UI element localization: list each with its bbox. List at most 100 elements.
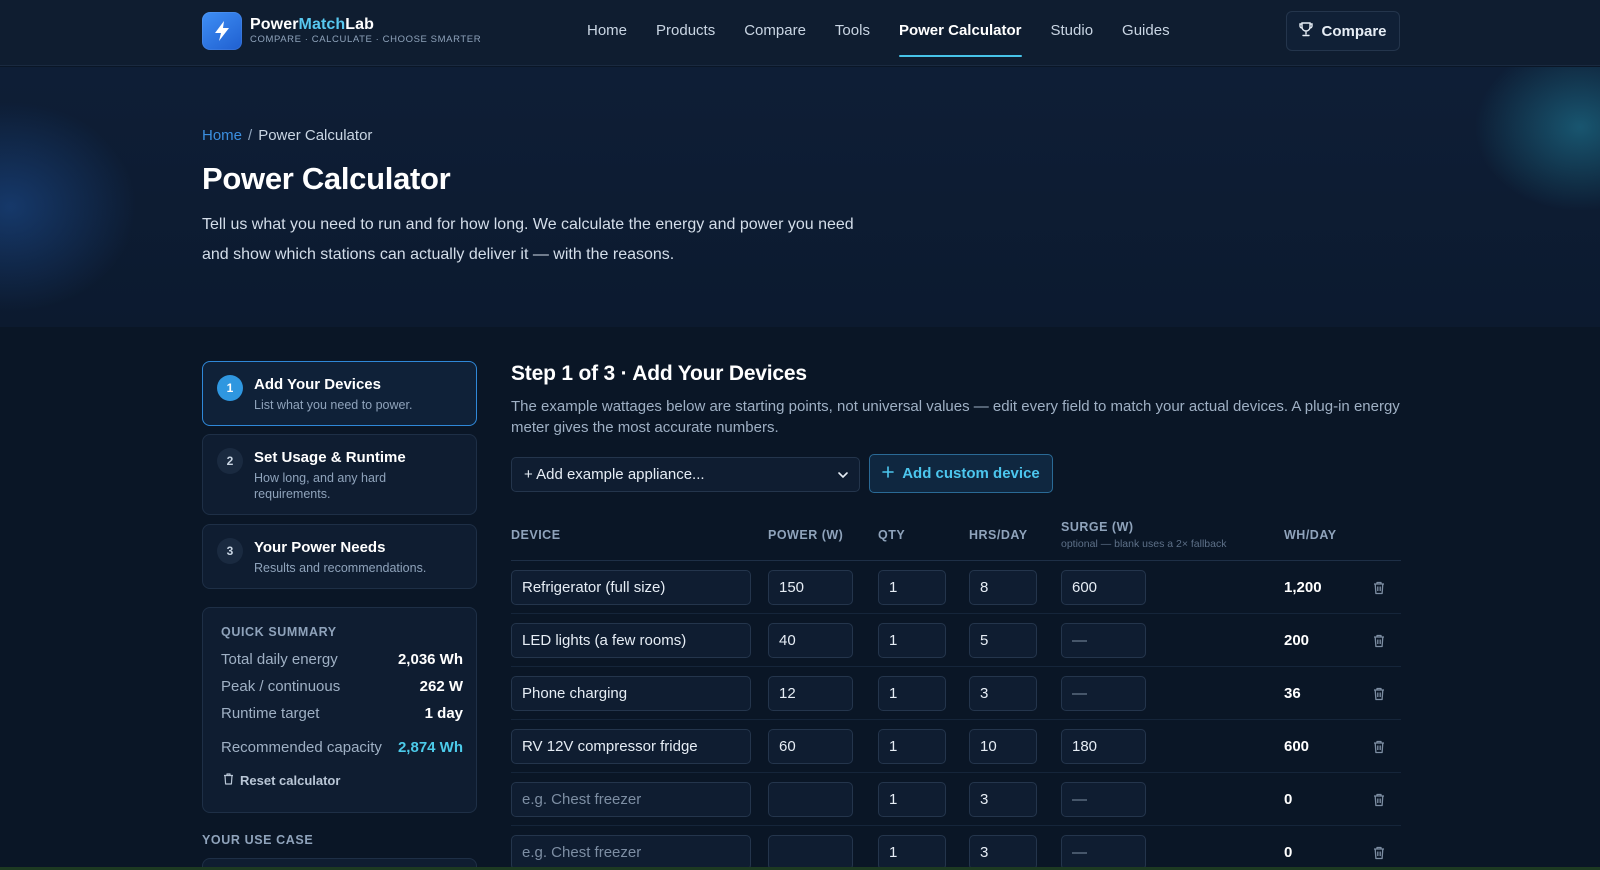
summary-row-capacity: Recommended capacity 2,874 Wh (221, 739, 463, 756)
device-name-input[interactable]: RV 12V compressor fridge (511, 729, 751, 764)
table-row: LED lights (a few rooms) 40 1 5 — 200 (511, 614, 1401, 667)
wh-per-day-value: 0 (1284, 844, 1293, 861)
column-header-whday: WH/DAY (1284, 528, 1337, 542)
qty-input[interactable]: 1 (878, 729, 946, 764)
qty-input[interactable]: 1 (878, 782, 946, 817)
column-header-qty: QTY (878, 528, 906, 542)
brand-name: PowerMatchLab (250, 16, 374, 34)
wh-per-day-value: 1,200 (1284, 579, 1322, 596)
brand-tagline: COMPARE · CALCULATE · CHOOSE SMARTER (250, 34, 482, 46)
breadcrumb-current: Power Calculator (258, 127, 373, 144)
table-row: RV 12V compressor fridge 60 1 10 180 600 (511, 720, 1401, 773)
quick-summary-heading: QUICK SUMMARY (221, 625, 337, 639)
hrs-per-day-input[interactable]: 3 (969, 835, 1037, 870)
wh-per-day-value: 600 (1284, 738, 1310, 755)
column-header-device: DEVICE (511, 528, 561, 542)
table-row: Phone charging 12 1 3 — 36 (511, 667, 1401, 720)
power-input[interactable]: 150 (768, 570, 853, 605)
page-title: Power Calculator (202, 161, 451, 196)
delete-row-trash-icon[interactable] (1371, 739, 1387, 755)
plus-icon (882, 465, 895, 482)
add-example-appliance-label: + Add example appliance... (524, 466, 705, 483)
delete-row-trash-icon[interactable] (1371, 580, 1387, 596)
qty-input[interactable]: 1 (878, 570, 946, 605)
step-title-3: Your Power Needs (254, 539, 386, 556)
device-name-input[interactable]: LED lights (a few rooms) (511, 623, 751, 658)
step-subtitle-3: Results and recommendations. (254, 561, 427, 575)
step-subtitle-1: List what you need to power. (254, 398, 413, 412)
device-name-input[interactable]: Phone charging (511, 676, 751, 711)
delete-row-trash-icon[interactable] (1371, 792, 1387, 808)
delete-row-trash-icon[interactable] (1371, 633, 1387, 649)
delete-row-trash-icon[interactable] (1371, 686, 1387, 702)
step-heading: Step 1 of 3 · Add Your Devices (511, 362, 807, 385)
power-input[interactable]: 60 (768, 729, 853, 764)
surge-input[interactable]: — (1061, 676, 1146, 711)
surge-input[interactable]: 600 (1061, 570, 1146, 605)
top-navbar: PowerMatchLab COMPARE · CALCULATE · CHOO… (0, 0, 1600, 66)
nav-studio[interactable]: Studio (1051, 0, 1094, 66)
surge-input[interactable]: — (1061, 835, 1146, 870)
step-card-1[interactable]: 1 Add Your Devices List what you need to… (202, 361, 477, 426)
add-example-appliance-select[interactable]: + Add example appliance... (511, 457, 860, 492)
nav-tools[interactable]: Tools (835, 0, 870, 66)
device-name-input[interactable]: Refrigerator (full size) (511, 570, 751, 605)
main-nav: Home Products Compare Tools Power Calcul… (587, 0, 1199, 66)
breadcrumb-separator: / (248, 127, 253, 144)
step-number-2: 2 (217, 448, 243, 474)
chevron-down-icon (837, 468, 849, 485)
step-card-3[interactable]: 3 Your Power Needs Results and recommend… (202, 524, 477, 589)
hrs-per-day-input[interactable]: 3 (969, 676, 1037, 711)
page-intro: Tell us what you need to run and for how… (202, 210, 902, 270)
intro-line-2: and show which stations can actually del… (202, 246, 675, 263)
table-row: e.g. Chest freezer 1 3 — 0 (511, 826, 1401, 870)
lightning-bolt-icon (202, 12, 242, 50)
nav-guides[interactable]: Guides (1122, 0, 1170, 66)
step-title-1: Add Your Devices (254, 376, 381, 393)
step-number-1: 1 (217, 375, 243, 401)
hero-section: Home / Power Calculator Power Calculator T… (0, 67, 1600, 327)
power-input[interactable]: 40 (768, 623, 853, 658)
power-input[interactable] (768, 835, 853, 870)
hrs-per-day-input[interactable]: 10 (969, 729, 1037, 764)
nav-products[interactable]: Products (656, 0, 715, 66)
add-custom-device-button[interactable]: Add custom device (869, 454, 1053, 493)
brand[interactable]: PowerMatchLab COMPARE · CALCULATE · CHOO… (202, 12, 481, 50)
qty-input[interactable]: 1 (878, 835, 946, 870)
step-subtitle-2: How long, and any hard requirements. (254, 471, 387, 501)
delete-row-trash-icon[interactable] (1371, 845, 1387, 861)
power-input[interactable]: 12 (768, 676, 853, 711)
column-header-hrs: HRS/DAY (969, 528, 1028, 542)
step-title-2: Set Usage & Runtime (254, 449, 406, 466)
nav-compare[interactable]: Compare (744, 0, 806, 66)
wh-per-day-value: 0 (1284, 791, 1293, 808)
compare-button[interactable]: Compare (1286, 11, 1400, 51)
surge-input[interactable]: 180 (1061, 729, 1146, 764)
intro-line-1: Tell us what you need to run and for how… (202, 216, 854, 233)
nav-power-calculator[interactable]: Power Calculator (898, 0, 1022, 66)
device-name-input[interactable]: e.g. Chest freezer (511, 835, 751, 870)
device-name-input[interactable]: e.g. Chest freezer (511, 782, 751, 817)
hrs-per-day-input[interactable]: 5 (969, 623, 1037, 658)
step-description: The example wattages below are starting … (511, 398, 1400, 436)
power-input[interactable] (768, 782, 853, 817)
qty-input[interactable]: 1 (878, 623, 946, 658)
reset-calculator-label: Reset calculator (240, 773, 341, 788)
surge-input[interactable]: — (1061, 623, 1146, 658)
table-row: Refrigerator (full size) 150 1 8 600 1,2… (511, 561, 1401, 614)
hrs-per-day-input[interactable]: 8 (969, 570, 1037, 605)
trophy-icon (1299, 21, 1314, 41)
nav-home[interactable]: Home (587, 0, 627, 66)
summary-row-daily-energy: Total daily energy 2,036 Wh (221, 651, 463, 668)
summary-row-runtime: Runtime target 1 day (221, 705, 463, 722)
reset-calculator-button[interactable]: Reset calculator (223, 773, 340, 788)
surge-input[interactable]: — (1061, 782, 1146, 817)
wh-per-day-value: 200 (1284, 632, 1310, 649)
hrs-per-day-input[interactable]: 3 (969, 782, 1037, 817)
wh-per-day-value: 36 (1284, 685, 1301, 702)
breadcrumb-home-link[interactable]: Home (202, 127, 242, 144)
add-custom-device-label: Add custom device (902, 465, 1040, 482)
step-card-2[interactable]: 2 Set Usage & Runtime How long, and any … (202, 434, 477, 515)
breadcrumb: Home / Power Calculator (202, 127, 372, 144)
qty-input[interactable]: 1 (878, 676, 946, 711)
